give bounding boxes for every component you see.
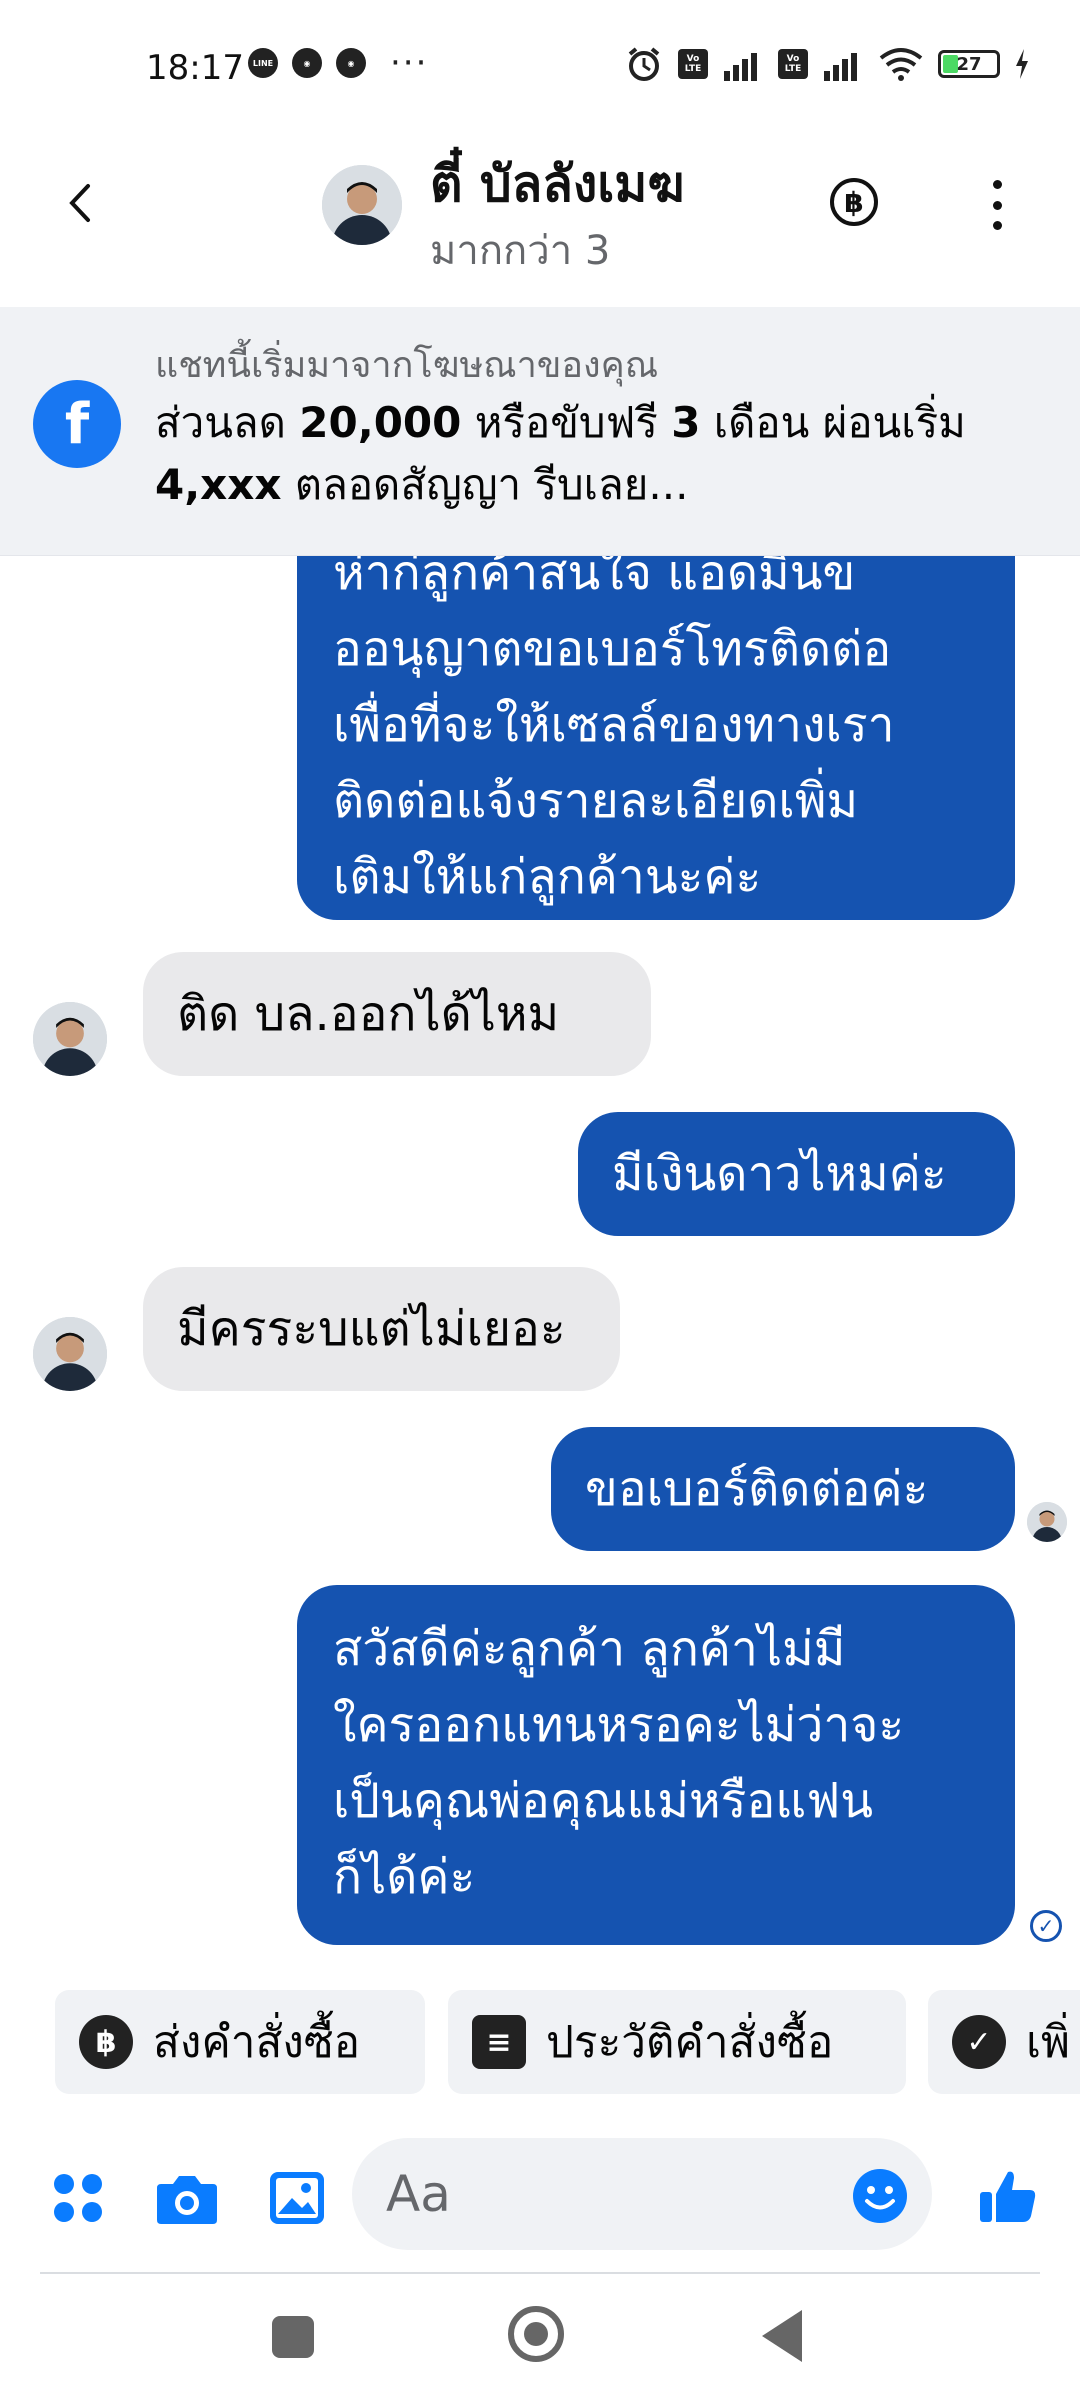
avatar-image bbox=[322, 165, 402, 245]
baht-icon: ฿ bbox=[79, 2015, 133, 2069]
message-line: เป็นคุณพ่อคุณแม่หรือแฟน bbox=[333, 1773, 873, 1829]
volte-icon: Vo LTE bbox=[778, 49, 808, 79]
message-bubble-outgoing[interactable]: ห่าก่ลูกค้าสนใจ แอดมินข ออนุญาตขอเบอร์โท… bbox=[297, 555, 1015, 920]
nav-back-button[interactable] bbox=[762, 2310, 802, 2362]
facebook-icon: f bbox=[33, 380, 121, 468]
send-order-button[interactable]: ฿ ส่งคำสั่งซื้อ bbox=[55, 1990, 425, 2094]
ad-caption: แชทนี้เริ่มมาจากโฆษณาของคุณ bbox=[155, 345, 659, 386]
status-time: 18:17 bbox=[146, 48, 244, 88]
add-action-button[interactable]: ✓ เพิ่ bbox=[928, 1990, 1080, 2094]
message-input-placeholder: Aa bbox=[386, 2165, 451, 2223]
line-icon: LINE bbox=[248, 48, 278, 78]
system-icons: Vo LTE Vo LTE 27 bbox=[624, 44, 1030, 84]
message-bubble-incoming[interactable]: มีครระบแต่ไม่เยอะ bbox=[143, 1267, 620, 1391]
battery-icon: 27 bbox=[938, 50, 1000, 78]
emoji-icon[interactable] bbox=[852, 2168, 908, 2224]
message-line: ก็ได้ค่ะ bbox=[333, 1849, 476, 1905]
wifi-icon bbox=[879, 48, 923, 81]
dot bbox=[992, 200, 1002, 210]
more-options-button[interactable] bbox=[982, 180, 1012, 230]
message-bubble-outgoing[interactable]: ขอเบอร์ติดต่อค่ะ bbox=[551, 1427, 1015, 1551]
sender-avatar[interactable] bbox=[33, 1317, 107, 1391]
dot bbox=[992, 221, 1002, 230]
message-line: เพื่อที่จะให้เซลล์ของทางเรา bbox=[333, 697, 895, 753]
volte-icon: Vo LTE bbox=[678, 49, 708, 79]
message-bubble-incoming[interactable]: ติด บล.ออกได้ไหม bbox=[143, 952, 651, 1076]
chip-label: ส่งคำสั่งซื้อ bbox=[153, 2017, 361, 2068]
status-bar: 18:17 LINE ◉ ◉ ··· Vo LTE Vo LTE 27 bbox=[0, 0, 1080, 120]
seen-avatar bbox=[1027, 1502, 1067, 1542]
message-bubble-outgoing[interactable]: มีเงินดาวไหมค่ะ bbox=[578, 1112, 1015, 1236]
notification-icons: LINE ◉ ◉ ··· bbox=[248, 43, 429, 83]
menu-grid-icon[interactable] bbox=[50, 2170, 106, 2226]
back-button[interactable] bbox=[56, 178, 106, 228]
message-line: ออนุญาตขอเบอร์โทรติดต่อ bbox=[333, 621, 892, 677]
home-dot bbox=[524, 2322, 548, 2346]
message-bubble-outgoing[interactable]: สวัสดีค่ะลูกค้า ลูกค้าไม่มี ใครออกแทนหรอ… bbox=[297, 1585, 1015, 1945]
divider bbox=[40, 2272, 1040, 2274]
message-text: มีครระบแต่ไม่เยอะ bbox=[177, 1301, 566, 1357]
chrome-icon: ◉ bbox=[336, 48, 366, 78]
message-line: ติดต่อแจ้งรายละเอียดเพิ่ม bbox=[333, 773, 859, 829]
gallery-icon[interactable] bbox=[268, 2170, 326, 2226]
message-line: ใครออกแทนหรอคะไม่ว่าจะ bbox=[333, 1697, 905, 1753]
dot bbox=[992, 180, 1002, 189]
signal-icon bbox=[824, 53, 857, 81]
recent-apps-button[interactable] bbox=[272, 2316, 314, 2358]
chip-label: เพิ่ bbox=[1026, 2017, 1071, 2068]
home-button[interactable] bbox=[508, 2306, 564, 2362]
quick-actions: ฿ ส่งคำสั่งซื้อ ≡ ประวัติคำสั่งซื้อ ✓ เพ… bbox=[0, 1990, 1080, 2100]
message-line: เติมให้แก่ลูกค้านะค่ะ bbox=[333, 849, 762, 905]
like-icon[interactable] bbox=[978, 2166, 1038, 2226]
message-text: ขอเบอร์ติดต่อค่ะ bbox=[585, 1461, 929, 1517]
contact-name[interactable]: ตี๋ บัลลังเมฆ bbox=[430, 145, 684, 224]
message-line: สวัสดีค่ะลูกค้า ลูกค้าไม่มี bbox=[333, 1621, 846, 1677]
contact-subtitle: มากกว่า 3 bbox=[430, 228, 611, 274]
message-list[interactable]: ห่าก่ลูกค้าสนใจ แอดมินข ออนุญาตขอเบอร์โท… bbox=[0, 555, 1080, 1975]
contact-avatar[interactable] bbox=[322, 165, 402, 245]
more-notifications-icon: ··· bbox=[390, 43, 429, 83]
camera-icon[interactable] bbox=[155, 2170, 219, 2226]
check-icon: ✓ bbox=[952, 2015, 1006, 2069]
ad-text: ส่วนลด 20,000 หรือขับฟรี 3 เดือน ผ่อนเริ… bbox=[155, 398, 966, 509]
chip-label: ประวัติคำสั่งซื้อ bbox=[546, 2017, 834, 2068]
sent-check-icon: ✓ bbox=[1030, 1910, 1062, 1942]
message-text: ติด บล.ออกได้ไหม bbox=[177, 986, 560, 1042]
alarm-icon bbox=[628, 47, 660, 81]
message-text: มีเงินดาวไหมค่ะ bbox=[612, 1146, 947, 1202]
chrome-icon: ◉ bbox=[292, 48, 322, 78]
order-history-button[interactable]: ≡ ประวัติคำสั่งซื้อ bbox=[448, 1990, 906, 2094]
signal-icon bbox=[724, 53, 757, 81]
baht-icon: ฿ bbox=[844, 185, 864, 219]
sender-avatar[interactable] bbox=[33, 1002, 107, 1076]
message-line: ห่าก่ลูกค้าสนใจ แอดมินข bbox=[333, 555, 856, 601]
charging-icon bbox=[1016, 49, 1028, 79]
receipt-icon: ≡ bbox=[472, 2015, 526, 2069]
payment-button[interactable]: ฿ bbox=[830, 178, 878, 226]
